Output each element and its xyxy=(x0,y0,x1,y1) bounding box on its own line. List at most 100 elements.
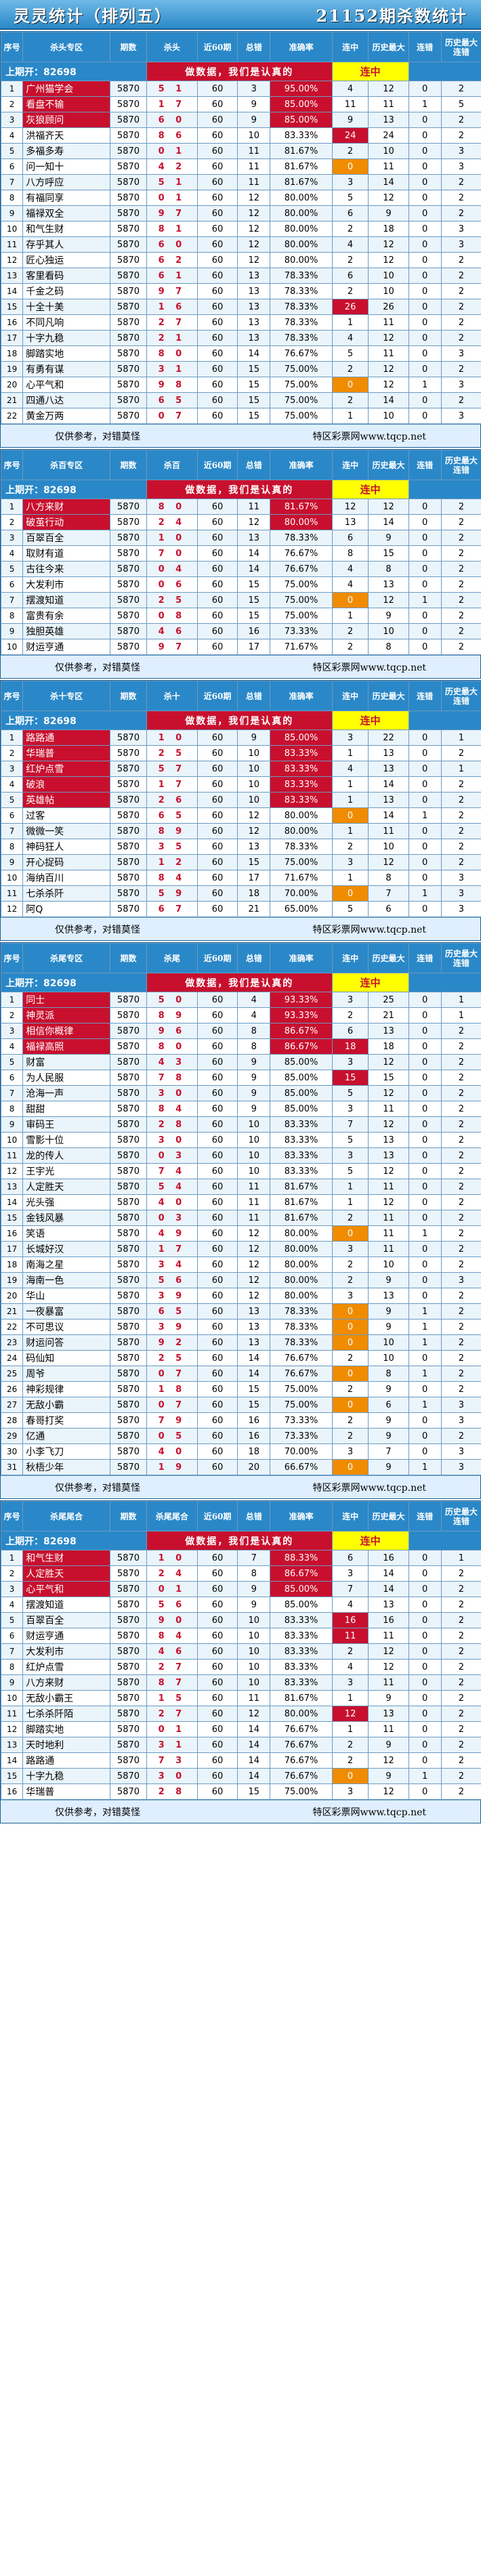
expert-name[interactable]: 华瑞普 xyxy=(22,1783,111,1800)
expert-name[interactable]: 存乎其人 xyxy=(22,236,111,253)
expert-name[interactable]: 沧海一声 xyxy=(22,1085,111,1101)
expert-name[interactable]: 广州猫学会 xyxy=(22,81,111,97)
expert-name[interactable]: 周爷 xyxy=(22,1366,111,1382)
accuracy-rate: 70.00% xyxy=(270,885,333,902)
expert-name[interactable]: 富贵有余 xyxy=(22,608,111,624)
expert-name[interactable]: 红炉点雪 xyxy=(22,1659,111,1675)
expert-name[interactable]: 甜甜 xyxy=(22,1101,111,1117)
expert-name[interactable]: 有福同享 xyxy=(22,190,111,206)
expert-name[interactable]: 华山 xyxy=(22,1288,111,1304)
expert-name[interactable]: 十字九稳 xyxy=(22,1768,111,1784)
expert-name[interactable]: 南海之星 xyxy=(22,1257,111,1273)
expert-name[interactable]: 华瑞普 xyxy=(22,745,111,761)
expert-name[interactable]: 八方呼应 xyxy=(22,174,111,190)
expert-name[interactable]: 红炉点雪 xyxy=(22,761,111,777)
site-link[interactable]: 特区彩票网www.tqcp.net xyxy=(312,1481,426,1494)
expert-name[interactable]: 阿Q xyxy=(22,901,111,917)
expert-name[interactable]: 不同凡响 xyxy=(22,314,111,331)
expert-name[interactable]: 春哥打奖 xyxy=(22,1412,111,1429)
expert-name[interactable]: 微微一笑 xyxy=(22,823,111,839)
expert-name[interactable]: 财富 xyxy=(22,1054,111,1070)
period-count: 5870 xyxy=(110,1334,147,1351)
site-link[interactable]: 特区彩票网www.tqcp.net xyxy=(312,660,426,674)
expert-name[interactable]: 天时地利 xyxy=(22,1737,111,1753)
expert-name[interactable]: 七杀杀阡 xyxy=(22,885,111,902)
site-link[interactable]: 特区彩票网www.tqcp.net xyxy=(312,1805,426,1819)
expert-name[interactable]: 开心捉码 xyxy=(22,854,111,870)
expert-name[interactable]: 摆渡知道 xyxy=(22,1597,111,1613)
expert-name[interactable]: 金钱风暴 xyxy=(22,1210,111,1226)
expert-name[interactable]: 脚踏实地 xyxy=(22,345,111,362)
rank-cell: 2 xyxy=(0,745,24,761)
expert-name[interactable]: 无敌小霸王 xyxy=(22,1690,111,1706)
expert-name[interactable]: 独胆英雄 xyxy=(22,623,111,639)
expert-name[interactable]: 长城好汉 xyxy=(22,1241,111,1257)
expert-name[interactable]: 财运亨通 xyxy=(22,1628,111,1644)
expert-name[interactable]: 灰狼顾问 xyxy=(22,112,111,128)
expert-name[interactable]: 匠心独运 xyxy=(22,252,111,268)
expert-name[interactable]: 大发利市 xyxy=(22,576,111,593)
expert-name[interactable]: 光头强 xyxy=(22,1194,111,1210)
expert-name[interactable]: 心平气和 xyxy=(22,377,111,393)
expert-name[interactable]: 不可思议 xyxy=(22,1319,111,1335)
expert-name[interactable]: 大发利市 xyxy=(22,1643,111,1660)
expert-name[interactable]: 和气生财 xyxy=(22,1550,111,1566)
expert-name[interactable]: 神灵派 xyxy=(22,1007,111,1023)
expert-name[interactable]: 洪福齐天 xyxy=(22,127,111,144)
site-link[interactable]: 特区彩票网www.tqcp.net xyxy=(312,923,426,936)
expert-name[interactable]: 七杀杀阡陌 xyxy=(22,1706,111,1722)
expert-name[interactable]: 福禄高照 xyxy=(22,1038,111,1055)
expert-name[interactable]: 神彩规律 xyxy=(22,1381,111,1397)
expert-name[interactable]: 破浪 xyxy=(22,776,111,793)
expert-name[interactable]: 黄金万两 xyxy=(22,408,111,424)
current-streak: 1 xyxy=(331,314,369,331)
expert-name[interactable]: 取财有道 xyxy=(22,545,111,562)
expert-name[interactable]: 财运问答 xyxy=(22,1334,111,1351)
expert-name[interactable]: 为人民服 xyxy=(22,1070,111,1086)
expert-name[interactable]: 财运亨通 xyxy=(22,639,111,655)
site-link[interactable]: 特区彩票网www.tqcp.net xyxy=(312,429,426,443)
expert-name[interactable]: 路路通 xyxy=(22,730,111,746)
expert-name[interactable]: 亿通 xyxy=(22,1428,111,1444)
expert-name[interactable]: 摆渡知道 xyxy=(22,592,111,608)
expert-name[interactable]: 同士 xyxy=(22,992,111,1008)
expert-name[interactable]: 龙的传人 xyxy=(22,1147,111,1164)
expert-name[interactable]: 无敌小霸 xyxy=(22,1397,111,1413)
expert-name[interactable]: 十字九稳 xyxy=(22,330,111,346)
expert-name[interactable]: 破茧行动 xyxy=(22,514,111,530)
expert-name[interactable]: 客里看码 xyxy=(22,268,111,284)
expert-name[interactable]: 多福多寿 xyxy=(22,143,111,159)
expert-name[interactable]: 相信你概律 xyxy=(22,1023,111,1039)
expert-name[interactable]: 和气生财 xyxy=(22,221,111,237)
expert-name[interactable]: 十全十美 xyxy=(22,299,111,315)
expert-name[interactable]: 王宇光 xyxy=(22,1163,111,1179)
expert-name[interactable]: 福禄双全 xyxy=(22,205,111,221)
expert-name[interactable]: 人定胜天 xyxy=(22,1565,111,1582)
expert-name[interactable]: 小李飞刀 xyxy=(22,1443,111,1460)
expert-name[interactable]: 百翠百全 xyxy=(22,530,111,546)
expert-name[interactable]: 过客 xyxy=(22,807,111,824)
expert-name[interactable]: 秋梧少年 xyxy=(22,1459,111,1475)
expert-name[interactable]: 英雄帖 xyxy=(22,792,111,808)
expert-name[interactable]: 千金之码 xyxy=(22,283,111,299)
expert-name[interactable]: 神码狂人 xyxy=(22,839,111,855)
expert-name[interactable]: 四通八达 xyxy=(22,392,111,408)
expert-name[interactable]: 路路通 xyxy=(22,1752,111,1769)
expert-name[interactable]: 古往今来 xyxy=(22,561,111,577)
expert-name[interactable]: 人定胜天 xyxy=(22,1179,111,1195)
expert-name[interactable]: 八方来财 xyxy=(22,499,111,515)
expert-name[interactable]: 雪影十位 xyxy=(22,1132,111,1148)
expert-name[interactable]: 八方来财 xyxy=(22,1674,111,1691)
expert-name[interactable]: 看盘不输 xyxy=(22,96,111,112)
expert-name[interactable]: 海纳百川 xyxy=(22,870,111,886)
expert-name[interactable]: 码仙知 xyxy=(22,1350,111,1366)
expert-name[interactable]: 有勇有谋 xyxy=(22,361,111,377)
expert-name[interactable]: 笑语 xyxy=(22,1225,111,1242)
expert-name[interactable]: 百翠百全 xyxy=(22,1612,111,1628)
expert-name[interactable]: 问一知十 xyxy=(22,159,111,175)
expert-name[interactable]: 一夜暴富 xyxy=(22,1303,111,1319)
expert-name[interactable]: 审码王 xyxy=(22,1116,111,1133)
expert-name[interactable]: 脚踏实地 xyxy=(22,1721,111,1737)
expert-name[interactable]: 心平气和 xyxy=(22,1581,111,1597)
expert-name[interactable]: 海南一色 xyxy=(22,1272,111,1288)
